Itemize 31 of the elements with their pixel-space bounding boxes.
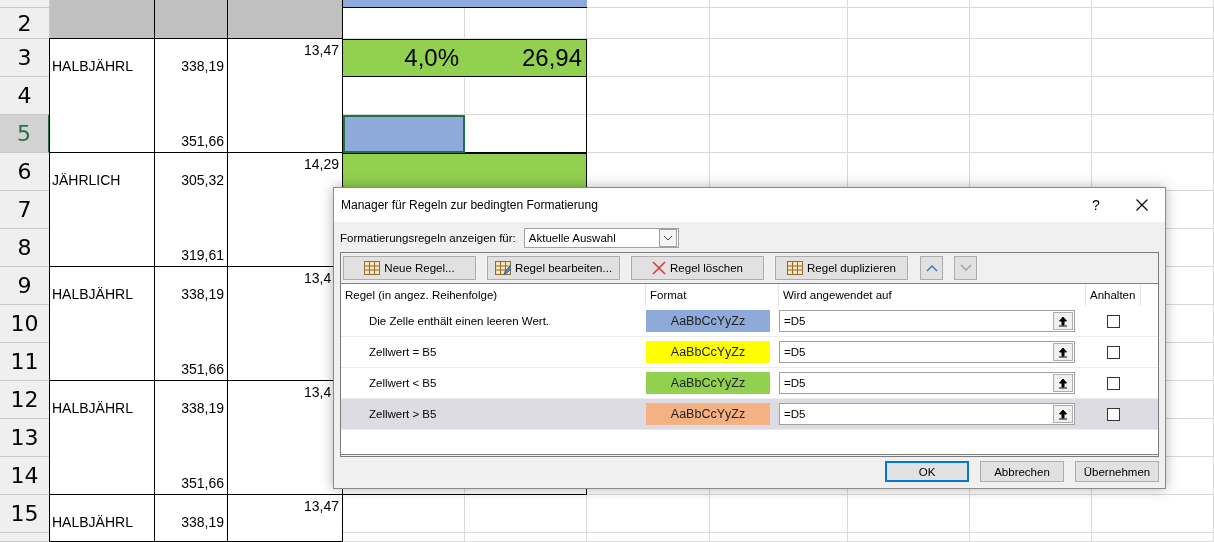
- table-cell-text: HALBJÄHRL: [52, 514, 134, 530]
- table-cell: 351,66: [181, 133, 224, 149]
- format-preview: AaBbCcYyZz: [646, 341, 770, 363]
- table-cell: 305,32: [181, 172, 224, 188]
- table-cell-text: HALBJÄHRL: [52, 400, 134, 416]
- table-cell: 13,4: [304, 270, 332, 286]
- table-cell-text: JÄHRLICH: [52, 172, 122, 188]
- dialog-title: Manager für Regeln zur bedingten Formatierung: [341, 198, 599, 212]
- rule-text: Die Zelle enthält einen leeren Wert.: [368, 315, 550, 327]
- table-cell: 13,47: [304, 42, 340, 58]
- table-cell: 338,19: [181, 58, 224, 74]
- rule-text: Zellwert > B5: [368, 408, 437, 420]
- result-cell: 4,0%: [343, 39, 465, 77]
- rule-text: Zellwert < B5: [368, 377, 437, 389]
- table-cell: 338,19: [181, 400, 224, 416]
- table-cell: 13,4: [304, 384, 332, 400]
- table-cell: 351,66: [181, 361, 224, 377]
- format-preview: AaBbCcYyZz: [646, 310, 770, 332]
- table-cell-text: HALBJÄHRL: [52, 58, 134, 74]
- table-cell: 319,61: [181, 247, 224, 263]
- filter-label: Formatierungsregeln anzeigen für:: [340, 232, 516, 244]
- table-cell-text: HALBJÄHRL: [52, 286, 134, 302]
- result-cell: 26,94: [465, 39, 587, 77]
- table-cell: 351,66: [181, 475, 224, 491]
- format-preview: AaBbCcYyZz: [646, 403, 770, 425]
- format-preview: AaBbCcYyZz: [646, 372, 770, 394]
- table-cell: 13,47: [304, 498, 340, 514]
- rule-text: Zellwert = B5: [368, 346, 437, 358]
- table-cell: 338,19: [181, 286, 224, 302]
- table-cell: 14,29: [304, 156, 340, 172]
- table-cell: 338,19: [181, 514, 224, 530]
